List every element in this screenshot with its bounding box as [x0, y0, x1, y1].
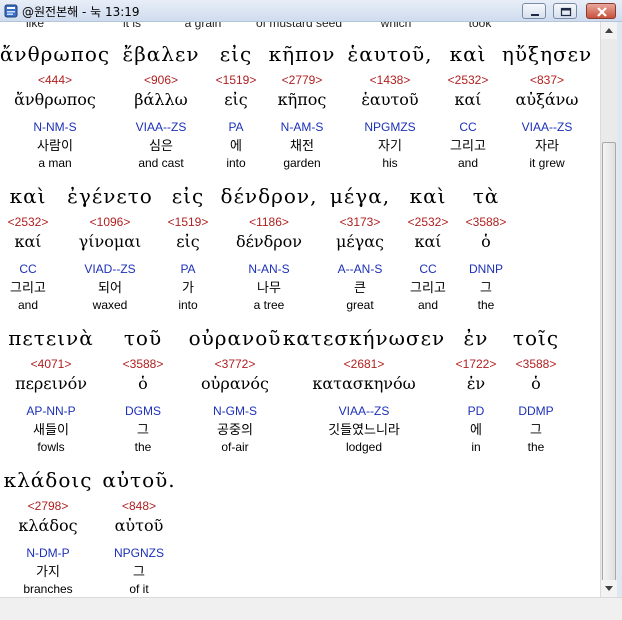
strong-number: <444>	[37, 73, 73, 87]
lemma: ὁ	[531, 374, 541, 393]
gloss-fragment: took	[468, 22, 492, 30]
strong-number: <1186>	[249, 215, 289, 229]
greek-word: αὐτοῦ.	[102, 468, 176, 492]
strong-number: <3772>	[214, 357, 256, 371]
verse-row: καὶ <2532> καί CC 그리고 and ἐγένετο <1096>…	[0, 184, 600, 324]
interlinear-content[interactable]: like it is a grain of mustard seed which…	[0, 22, 600, 619]
strong-number: <3588>	[122, 357, 164, 371]
strong-number: <1519>	[167, 215, 209, 229]
lemma: ὁ	[481, 232, 491, 251]
verse-row: κλάδοις <2798> κλάδος N-DM-P 가지 branches…	[0, 468, 600, 608]
arrow-down-icon	[605, 586, 613, 591]
english-gloss: a man	[38, 156, 72, 170]
strong-number: <4071>	[30, 357, 72, 371]
gloss-fragment: it is	[123, 22, 141, 30]
korean-gloss: 그	[530, 423, 542, 438]
morphology: N-NM-S	[33, 120, 77, 134]
maximize-icon	[560, 7, 572, 17]
verse-row: ἄνθρωπος <444> ἄνθρωπος N-NM-S 사람이 a man…	[0, 42, 600, 182]
gloss-fragment: a grain	[184, 22, 222, 30]
morphology: DNNP	[468, 262, 503, 276]
verse-row: πετεινὰ <4071> περεινόν AP-NN-P 새들이 fowl…	[0, 326, 600, 466]
minimize-button[interactable]	[522, 3, 546, 19]
strong-number: <2798>	[27, 499, 69, 513]
strong-number: <3588>	[465, 215, 507, 229]
greek-word: τὰ	[472, 184, 500, 208]
lemma: αὐξάνω	[515, 90, 579, 109]
korean-gloss: 그	[480, 281, 492, 296]
scrollbar-thumb[interactable]	[602, 142, 616, 594]
morphology: DDMP	[518, 404, 554, 418]
vertical-scrollbar[interactable]	[600, 22, 617, 597]
strong-number: <2779>	[281, 73, 323, 87]
english-gloss: it grew	[529, 156, 565, 170]
korean-gloss: 그	[133, 565, 145, 580]
korean-gloss: 공중의	[217, 423, 253, 438]
window-title: @원전본해 - 눅 13:19	[22, 5, 140, 19]
greek-word: ηὔξησεν	[501, 42, 593, 66]
scroll-down-button[interactable]	[601, 580, 617, 597]
strong-number: <837>	[529, 73, 565, 87]
korean-gloss: 깃들였느니라	[328, 423, 400, 438]
gloss-fragment: like	[25, 22, 45, 30]
morphology: VIAA--ZS	[521, 120, 573, 134]
strong-number: <848>	[121, 499, 157, 513]
scroll-up-button[interactable]	[601, 22, 617, 39]
greek-word: τοῖς	[512, 326, 560, 350]
title-bar: @원전본해 - 눅 13:19	[0, 0, 622, 22]
gloss-fragment: of mustard seed	[255, 22, 343, 30]
english-gloss: the	[527, 440, 545, 454]
window-frame-bottom	[0, 597, 622, 620]
korean-gloss: 자라	[535, 139, 559, 154]
app-icon	[4, 4, 18, 18]
minimize-icon	[531, 14, 539, 16]
strong-number: <2532>	[447, 73, 489, 87]
morphology: N-GM-S	[213, 404, 257, 418]
arrow-up-icon	[605, 28, 613, 33]
gloss-fragment: which	[380, 22, 412, 30]
maximize-button[interactable]	[553, 3, 577, 19]
english-gloss: of it	[129, 582, 149, 596]
english-gloss: the	[477, 298, 495, 312]
strong-number: <2681>	[343, 357, 385, 371]
strong-number: <1438>	[369, 73, 411, 87]
english-gloss: lodged	[345, 440, 383, 454]
window-frame-right	[617, 22, 622, 619]
english-gloss: of-air	[221, 440, 249, 454]
strong-number: <1096>	[89, 215, 131, 229]
close-button[interactable]	[586, 3, 616, 19]
morphology: VIAA--ZS	[338, 404, 390, 418]
lemma: αὑτοῦ	[114, 516, 164, 535]
morphology: NPGNZS	[113, 546, 164, 560]
strong-number: <3588>	[515, 357, 557, 371]
close-icon	[597, 7, 607, 17]
lemma: οὐρανός	[201, 374, 269, 393]
strong-number: <2532>	[7, 215, 49, 229]
